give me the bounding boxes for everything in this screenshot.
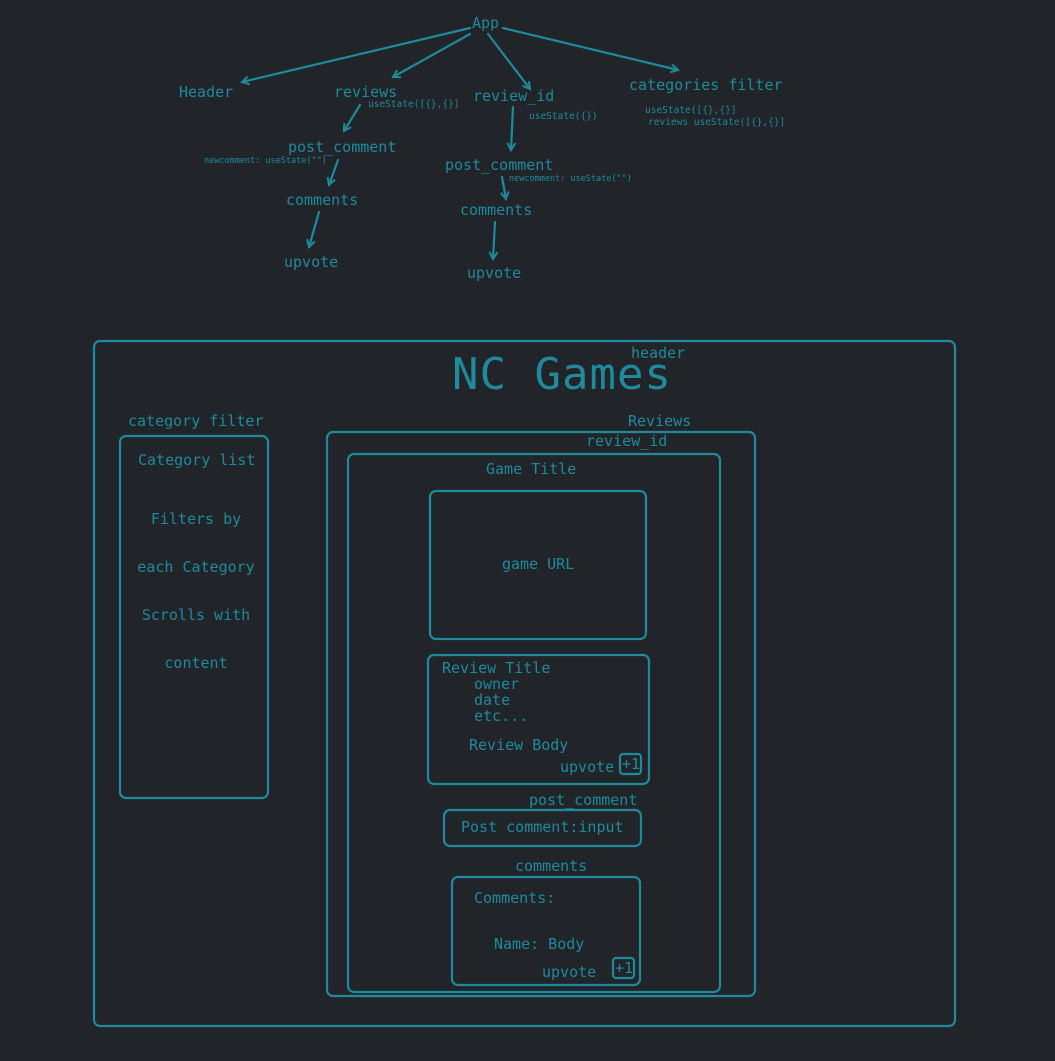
arrow-right-comments-upvote	[493, 220, 495, 259]
etc-label: etc...	[474, 707, 529, 725]
comments-heading: Comments:	[474, 889, 556, 907]
tree-header: Header	[179, 83, 234, 101]
reviews-box	[325, 430, 757, 998]
category-list-label: Category list	[138, 451, 256, 469]
game-url-label: game URL	[502, 555, 575, 573]
review-body-label: Review Body	[469, 736, 569, 754]
reviews-label: Reviews	[628, 412, 692, 430]
game-title-label: Game Title	[486, 460, 577, 478]
review-id-box	[346, 452, 722, 994]
arrow-right-post-comment-comments	[502, 175, 506, 199]
arrow-app-reviews	[393, 32, 472, 79]
tree-review-id: review_id	[473, 87, 555, 105]
filters-line-1: Filters by	[150, 510, 242, 528]
tree-right-post-comment: post_comment	[445, 156, 554, 174]
category-filter-label: category filter	[128, 412, 264, 430]
tree-app: App	[472, 14, 500, 32]
tree-left-upvote: upvote	[284, 253, 339, 271]
arrow-post-comment-comments	[329, 158, 340, 185]
arrow-app-categories	[501, 26, 678, 70]
arrow-reviews-post-comment	[342, 103, 362, 131]
review-upvote-label: upvote	[560, 758, 615, 776]
tree-right-newcomment: newcomment: useState("")	[509, 174, 632, 184]
diagram-canvas: App Header reviews useState([{},{}] revi…	[0, 0, 1055, 1061]
category-filter-notes: Filters by each Category Scrolls with co…	[124, 479, 268, 703]
tree-left-comments: comments	[286, 191, 359, 209]
review-upvote-button[interactable]: +1	[622, 755, 640, 773]
tree-categories-state-1: useState([{},{}]	[645, 105, 737, 116]
page-title: NC Games	[452, 349, 672, 400]
comment-upvote-button[interactable]: +1	[615, 959, 633, 977]
review-id-label: review_id	[586, 432, 668, 450]
comment-name-body: Name: Body	[494, 935, 585, 953]
tree-left-newcomment: newcomment: useState("")	[204, 156, 327, 166]
arrow-app-review-id	[486, 32, 530, 89]
tree-right-comments: comments	[460, 201, 533, 219]
tree-review-id-state: useState({})	[529, 111, 598, 122]
arrow-app-header	[242, 26, 472, 82]
tree-reviews-state: useState([{},{}]	[368, 99, 460, 110]
filters-line-2: each Category	[137, 558, 255, 576]
filters-line-3: Scrolls with	[141, 606, 251, 624]
tree-left-post-comment: post_comment	[288, 138, 397, 156]
post-comment-label: post_comment	[529, 791, 638, 809]
filters-line-4: content	[164, 654, 228, 672]
arrow-review-id-post-comment	[511, 105, 513, 150]
tree-categories-state-2: reviews useState([{},{}]	[648, 117, 786, 128]
post-comment-input[interactable]: Post comment:input	[461, 818, 624, 836]
comments-label: comments	[515, 857, 588, 875]
arrow-comments-upvote	[309, 210, 321, 247]
tree-categories-filter: categories filter	[629, 76, 783, 94]
tree-right-upvote: upvote	[467, 264, 522, 282]
comment-upvote-label: upvote	[542, 963, 597, 981]
